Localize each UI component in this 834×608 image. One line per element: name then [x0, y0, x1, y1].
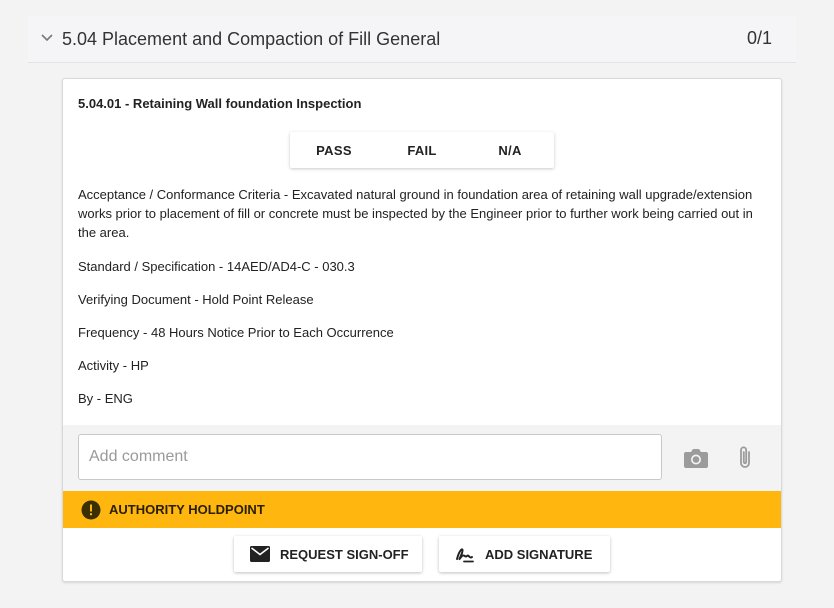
checklist-item-card: 5.04.01 - Retaining Wall foundation Insp… — [62, 78, 782, 582]
result-button-group: PASS FAIL N/A — [290, 132, 554, 168]
warning-icon — [81, 500, 101, 520]
section-header[interactable]: 5.04 Placement and Compaction of Fill Ge… — [28, 16, 796, 63]
holdpoint-label: AUTHORITY HOLDPOINT — [109, 502, 265, 517]
frequency: Frequency - 48 Hours Notice Prior to Eac… — [78, 325, 394, 340]
comment-area — [63, 425, 781, 491]
add-signature-label: ADD SIGNATURE — [485, 546, 593, 562]
authority-holdpoint-banner: AUTHORITY HOLDPOINT — [63, 491, 781, 528]
request-signoff-button[interactable]: REQUEST SIGN-OFF — [234, 536, 422, 572]
pass-button[interactable]: PASS — [290, 132, 378, 168]
na-button[interactable]: N/A — [466, 132, 554, 168]
section-title: 5.04 Placement and Compaction of Fill Ge… — [62, 29, 441, 49]
acceptance-criteria: Acceptance / Conformance Criteria - Exca… — [78, 187, 753, 240]
by-role: By - ENG — [78, 391, 133, 406]
chevron-down-icon[interactable] — [40, 31, 54, 45]
activity: Activity - HP — [78, 358, 149, 373]
standard-specification: Standard / Specification - 14AED/AD4-C -… — [78, 259, 355, 274]
signature-icon — [456, 548, 474, 563]
verifying-document: Verifying Document - Hold Point Release — [78, 292, 314, 307]
comment-input[interactable] — [78, 434, 662, 480]
mail-icon — [250, 546, 270, 562]
fail-button[interactable]: FAIL — [378, 132, 466, 168]
add-signature-button[interactable]: ADD SIGNATURE — [439, 536, 610, 572]
section-progress-count: 0/1 — [746, 28, 772, 48]
request-signoff-label: REQUEST SIGN-OFF — [280, 546, 409, 562]
camera-icon[interactable] — [683, 447, 709, 469]
item-title: 5.04.01 - Retaining Wall foundation Insp… — [78, 96, 362, 111]
paperclip-icon[interactable] — [734, 445, 756, 471]
